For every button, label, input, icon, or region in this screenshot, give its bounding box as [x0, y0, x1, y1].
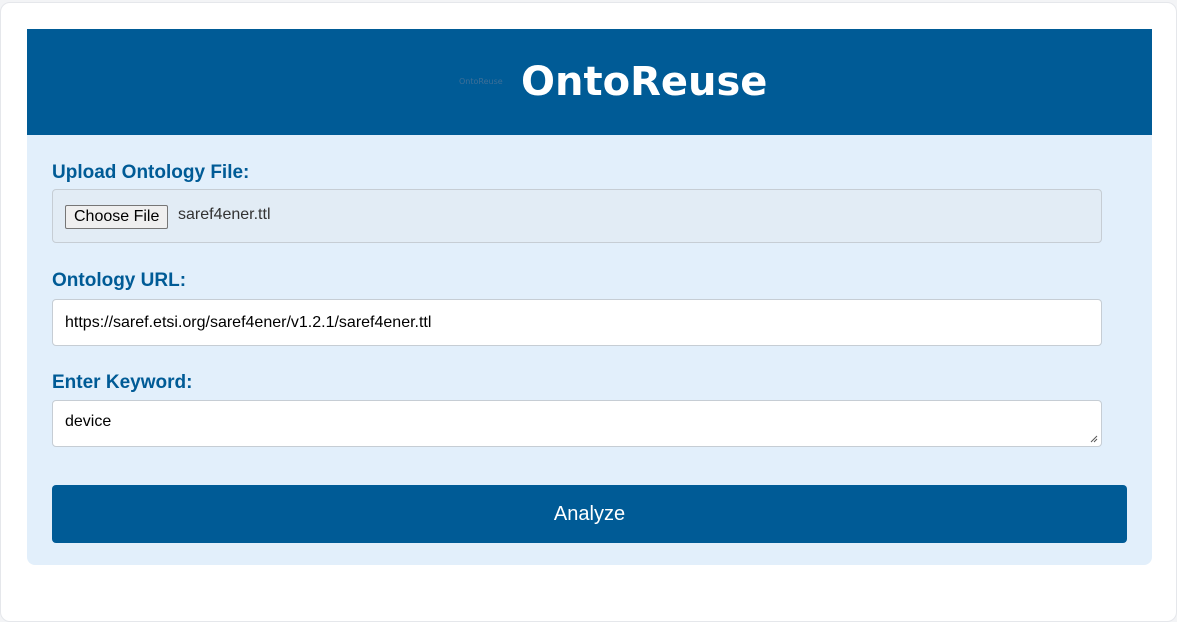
keyword-label: Enter Keyword:: [52, 372, 193, 393]
keyword-value: device: [65, 413, 112, 430]
logo-image: OntoReuse: [459, 77, 503, 86]
file-upload-field[interactable]: Choose File saref4ener.ttl: [52, 189, 1102, 243]
analyze-button[interactable]: Analyze: [52, 485, 1127, 543]
resize-handle-icon[interactable]: [1090, 435, 1098, 443]
ontology-url-input[interactable]: https://saref.etsi.org/saref4ener/v1.2.1…: [52, 299, 1102, 346]
upload-label: Upload Ontology File:: [52, 162, 250, 183]
page-container: OntoReuse OntoReuse Upload Ontology File…: [0, 2, 1177, 622]
selected-file-name: saref4ener.ttl: [178, 206, 271, 223]
app-title: OntoReuse: [521, 59, 768, 105]
url-label: Ontology URL:: [52, 270, 187, 291]
keyword-textarea[interactable]: device: [52, 400, 1102, 447]
choose-file-button[interactable]: Choose File: [65, 205, 169, 229]
main-card: OntoReuse OntoReuse Upload Ontology File…: [27, 29, 1152, 565]
app-header: OntoReuse OntoReuse: [27, 29, 1152, 135]
